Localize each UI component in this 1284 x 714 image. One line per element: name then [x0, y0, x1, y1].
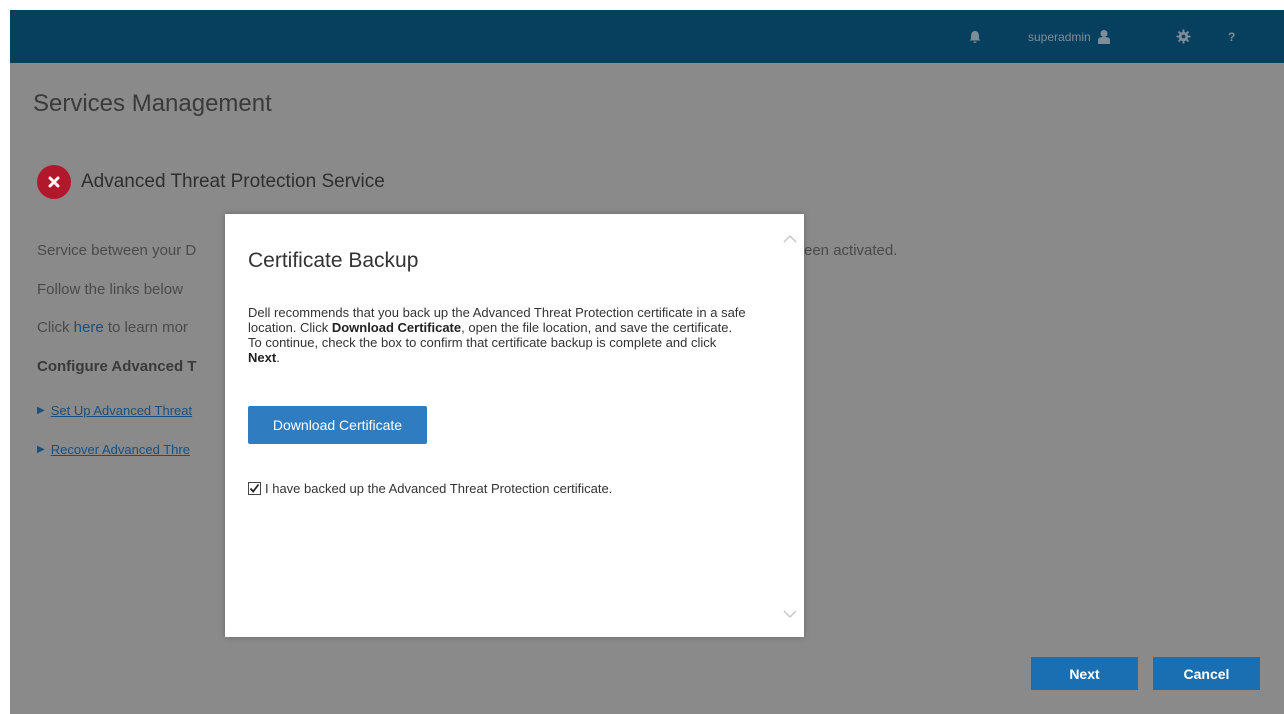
notifications-bell-icon[interactable]: [968, 10, 982, 63]
user-icon: [1097, 29, 1111, 45]
learn-more-text: Click here to learn mor: [37, 319, 188, 336]
scroll-up-icon[interactable]: [783, 230, 797, 248]
service-title: Advanced Threat Protection Service: [81, 171, 385, 192]
instructions-text: Follow the links below: [37, 281, 183, 298]
backup-confirm-checkbox-row[interactable]: I have backed up the Advanced Threat Pro…: [248, 481, 612, 496]
dialog-title: Certificate Backup: [248, 249, 419, 272]
download-certificate-button[interactable]: Download Certificate: [248, 406, 427, 444]
dialog-description: Dell recommends that you back up the Adv…: [248, 305, 748, 365]
certificate-backup-dialog: Certificate Backup Dell recommends that …: [225, 214, 804, 637]
top-bar: superadmin ?: [10, 10, 1284, 63]
service-status-text: Service between your D: [37, 242, 197, 259]
caret-right-icon: ▶: [37, 405, 45, 416]
here-link[interactable]: here: [74, 319, 104, 336]
page-title: Services Management: [33, 90, 272, 117]
setup-link[interactable]: ▶ Set Up Advanced Threat: [37, 403, 192, 418]
service-status-text-right: een activated.: [804, 242, 898, 259]
backup-confirm-checkbox[interactable]: [248, 482, 261, 495]
user-menu[interactable]: superadmin: [1028, 10, 1111, 63]
caret-right-icon: ▶: [37, 444, 45, 455]
scroll-down-icon[interactable]: [783, 606, 797, 624]
configure-heading: Configure Advanced T: [37, 358, 197, 375]
learn-more-prefix: Click: [37, 319, 74, 336]
settings-gear-icon[interactable]: [1176, 10, 1191, 63]
setup-link-label: Set Up Advanced Threat: [50, 403, 193, 418]
desc-bold-next: Next: [248, 350, 277, 365]
username-label: superadmin: [1028, 29, 1091, 44]
backup-confirm-label: I have backed up the Advanced Threat Pro…: [265, 481, 613, 496]
app-window: superadmin ? Services Management Advance…: [10, 10, 1284, 714]
recover-link[interactable]: ▶ Recover Advanced Thre: [37, 442, 190, 457]
desc-bold-download: Download Certificate: [331, 320, 462, 335]
learn-more-suffix: to learn mor: [103, 319, 188, 336]
desc-text-3: .: [276, 350, 280, 365]
help-icon[interactable]: ?: [1228, 10, 1235, 63]
service-header: Advanced Threat Protection Service: [37, 165, 385, 199]
cancel-button[interactable]: Cancel: [1153, 657, 1260, 690]
next-button[interactable]: Next: [1031, 657, 1138, 690]
recover-link-label: Recover Advanced Thre: [50, 442, 190, 457]
error-status-icon: [37, 165, 71, 199]
